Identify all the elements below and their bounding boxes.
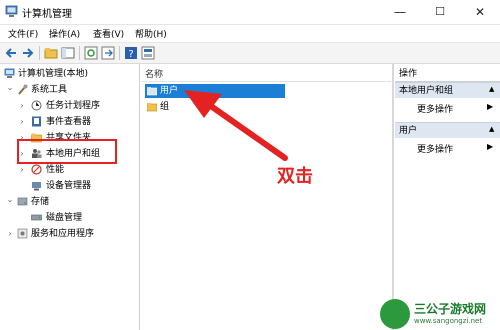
watermark: 三公子游戏网 www.sangongzi.net bbox=[380, 298, 500, 330]
title-bar: 计算机管理 — ☐ ✕ bbox=[0, 0, 500, 25]
chevron-right-icon[interactable]: › bbox=[6, 227, 14, 241]
menu-bar: 文件(F) 操作(A) 查看(V) 帮助(H) bbox=[0, 25, 500, 42]
storage-icon bbox=[17, 197, 28, 206]
svg-text:?: ? bbox=[128, 49, 133, 60]
watermark-logo-icon bbox=[380, 299, 410, 329]
highlight-box bbox=[17, 139, 117, 164]
refresh-icon[interactable] bbox=[84, 46, 98, 60]
pane-divider[interactable] bbox=[392, 64, 394, 330]
performance-icon bbox=[31, 164, 42, 175]
collapse-icon[interactable]: ▲ bbox=[489, 85, 494, 93]
chevron-right-icon[interactable]: › bbox=[18, 115, 26, 129]
properties-icon[interactable] bbox=[141, 46, 155, 60]
menu-view[interactable]: 查看(V) bbox=[93, 27, 124, 40]
toolbar-separator bbox=[119, 46, 120, 60]
chevron-right-icon[interactable]: › bbox=[18, 163, 26, 177]
watermark-url: www.sangongzi.net bbox=[414, 317, 483, 325]
actions-pane: 操作 本地用户和组 ▲ 更多操作 ▶ 用户 ▲ 更多操作 ▶ bbox=[395, 64, 500, 330]
tree-label: 性能 bbox=[46, 165, 65, 175]
chevron-down-icon[interactable]: ⌄ bbox=[6, 81, 14, 95]
back-icon[interactable] bbox=[4, 46, 18, 60]
actions-section-users[interactable]: 用户 bbox=[395, 122, 500, 138]
console-tree: 计算机管理(本地) ⌄ 系统工具 › 任务计划程序 › 事件查看器 › 共享文件… bbox=[0, 64, 140, 330]
computer-management-icon bbox=[4, 68, 15, 78]
menu-file[interactable]: 文件(F) bbox=[8, 27, 38, 40]
more-actions-local-users[interactable]: 更多操作 bbox=[417, 102, 453, 115]
export-icon[interactable] bbox=[101, 46, 115, 60]
menu-action[interactable]: 操作(A) bbox=[49, 27, 80, 40]
tree-label: 存储 bbox=[31, 197, 50, 207]
toolbar: ? bbox=[0, 42, 500, 64]
chevron-right-icon[interactable]: ▶ bbox=[487, 142, 493, 151]
collapse-icon[interactable]: ▲ bbox=[489, 125, 494, 133]
maximize-button[interactable]: ☐ bbox=[420, 0, 460, 24]
device-manager-icon bbox=[32, 182, 41, 191]
tree-label: 事件查看器 bbox=[46, 117, 92, 127]
window-title: 计算机管理 bbox=[22, 9, 72, 20]
chevron-right-icon[interactable]: ▶ bbox=[487, 102, 493, 111]
tree-label: 设备管理器 bbox=[46, 181, 92, 191]
chevron-down-icon[interactable]: ⌄ bbox=[6, 193, 14, 207]
close-button[interactable]: ✕ bbox=[460, 0, 500, 24]
annotation-text: 双击 bbox=[277, 166, 313, 187]
tree-label: 磁盘管理 bbox=[46, 213, 83, 223]
toolbar-separator bbox=[39, 46, 40, 60]
actions-header: 操作 bbox=[395, 66, 500, 82]
forward-icon[interactable] bbox=[21, 46, 35, 60]
column-header-name[interactable]: 名称 bbox=[145, 67, 163, 80]
folder-up-icon[interactable] bbox=[44, 46, 58, 60]
show-tree-icon[interactable] bbox=[61, 46, 75, 60]
toolbar-separator bbox=[79, 46, 80, 60]
help-icon[interactable]: ? bbox=[124, 46, 138, 60]
clock-icon bbox=[31, 100, 42, 111]
tree-label: 任务计划程序 bbox=[46, 101, 101, 111]
disk-icon bbox=[31, 214, 42, 221]
minimize-button[interactable]: — bbox=[380, 0, 420, 24]
computer-management-icon bbox=[5, 5, 18, 17]
chevron-right-icon[interactable]: › bbox=[18, 99, 26, 113]
more-actions-users[interactable]: 更多操作 bbox=[417, 142, 453, 155]
services-icon bbox=[17, 228, 28, 239]
actions-section-local-users[interactable]: 本地用户和组 bbox=[395, 82, 500, 98]
tree-label: 计算机管理(本地) bbox=[18, 69, 89, 79]
folder-icon bbox=[147, 87, 157, 96]
annotation-arrow bbox=[184, 90, 288, 161]
tree-label: 系统工具 bbox=[31, 85, 68, 95]
folder-icon bbox=[147, 103, 157, 112]
menu-help[interactable]: 帮助(H) bbox=[135, 27, 167, 40]
tree-label: 服务和应用程序 bbox=[31, 229, 95, 239]
tools-icon bbox=[18, 84, 28, 95]
watermark-name: 三公子游戏网 bbox=[414, 302, 487, 316]
event-viewer-icon bbox=[32, 116, 41, 127]
